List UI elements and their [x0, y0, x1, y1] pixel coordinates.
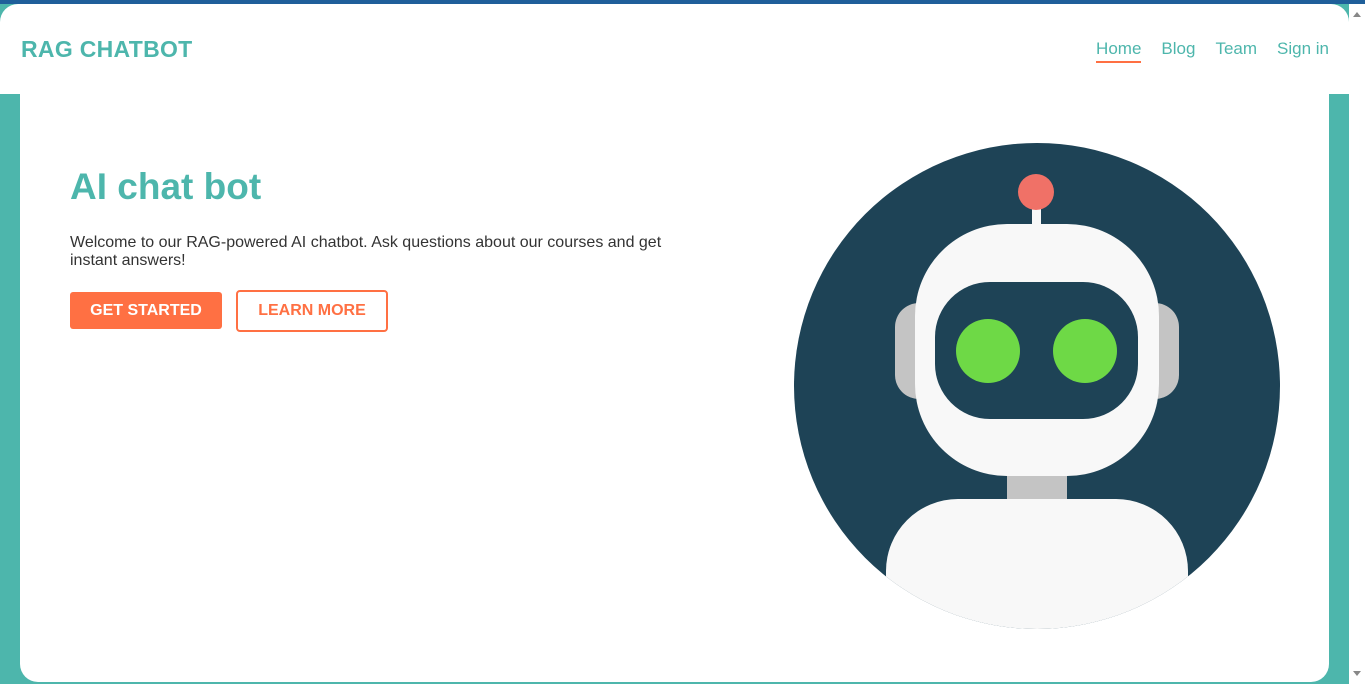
robot-antenna-tip: [1018, 174, 1054, 210]
nav-link-team[interactable]: Team: [1215, 39, 1257, 63]
scroll-up-icon[interactable]: [1353, 12, 1361, 17]
site-logo[interactable]: RAG CHATBOT: [21, 36, 193, 63]
robot-icon: [794, 143, 1280, 629]
robot-body: [886, 499, 1188, 629]
site-header: RAG CHATBOT Home Blog Team Sign in: [0, 4, 1349, 94]
robot-left-eye: [956, 319, 1020, 383]
hero-section: AI chat bot Welcome to our RAG-powered A…: [20, 94, 1329, 682]
learn-more-button[interactable]: LEARN MORE: [236, 290, 388, 332]
nav-link-blog[interactable]: Blog: [1161, 39, 1195, 63]
hero-title: AI chat bot: [70, 166, 262, 207]
page-scrollbar[interactable]: [1349, 4, 1365, 684]
nav-link-home[interactable]: Home: [1096, 39, 1142, 63]
robot-right-eye: [1053, 319, 1117, 383]
hero-description: Welcome to our RAG-powered AI chatbot. A…: [70, 234, 662, 269]
nav-link-sign-in[interactable]: Sign in: [1277, 39, 1329, 63]
scroll-down-icon[interactable]: [1353, 671, 1361, 676]
get-started-button[interactable]: GET STARTED: [70, 292, 222, 329]
main-nav: Home Blog Team Sign in: [1096, 39, 1329, 63]
